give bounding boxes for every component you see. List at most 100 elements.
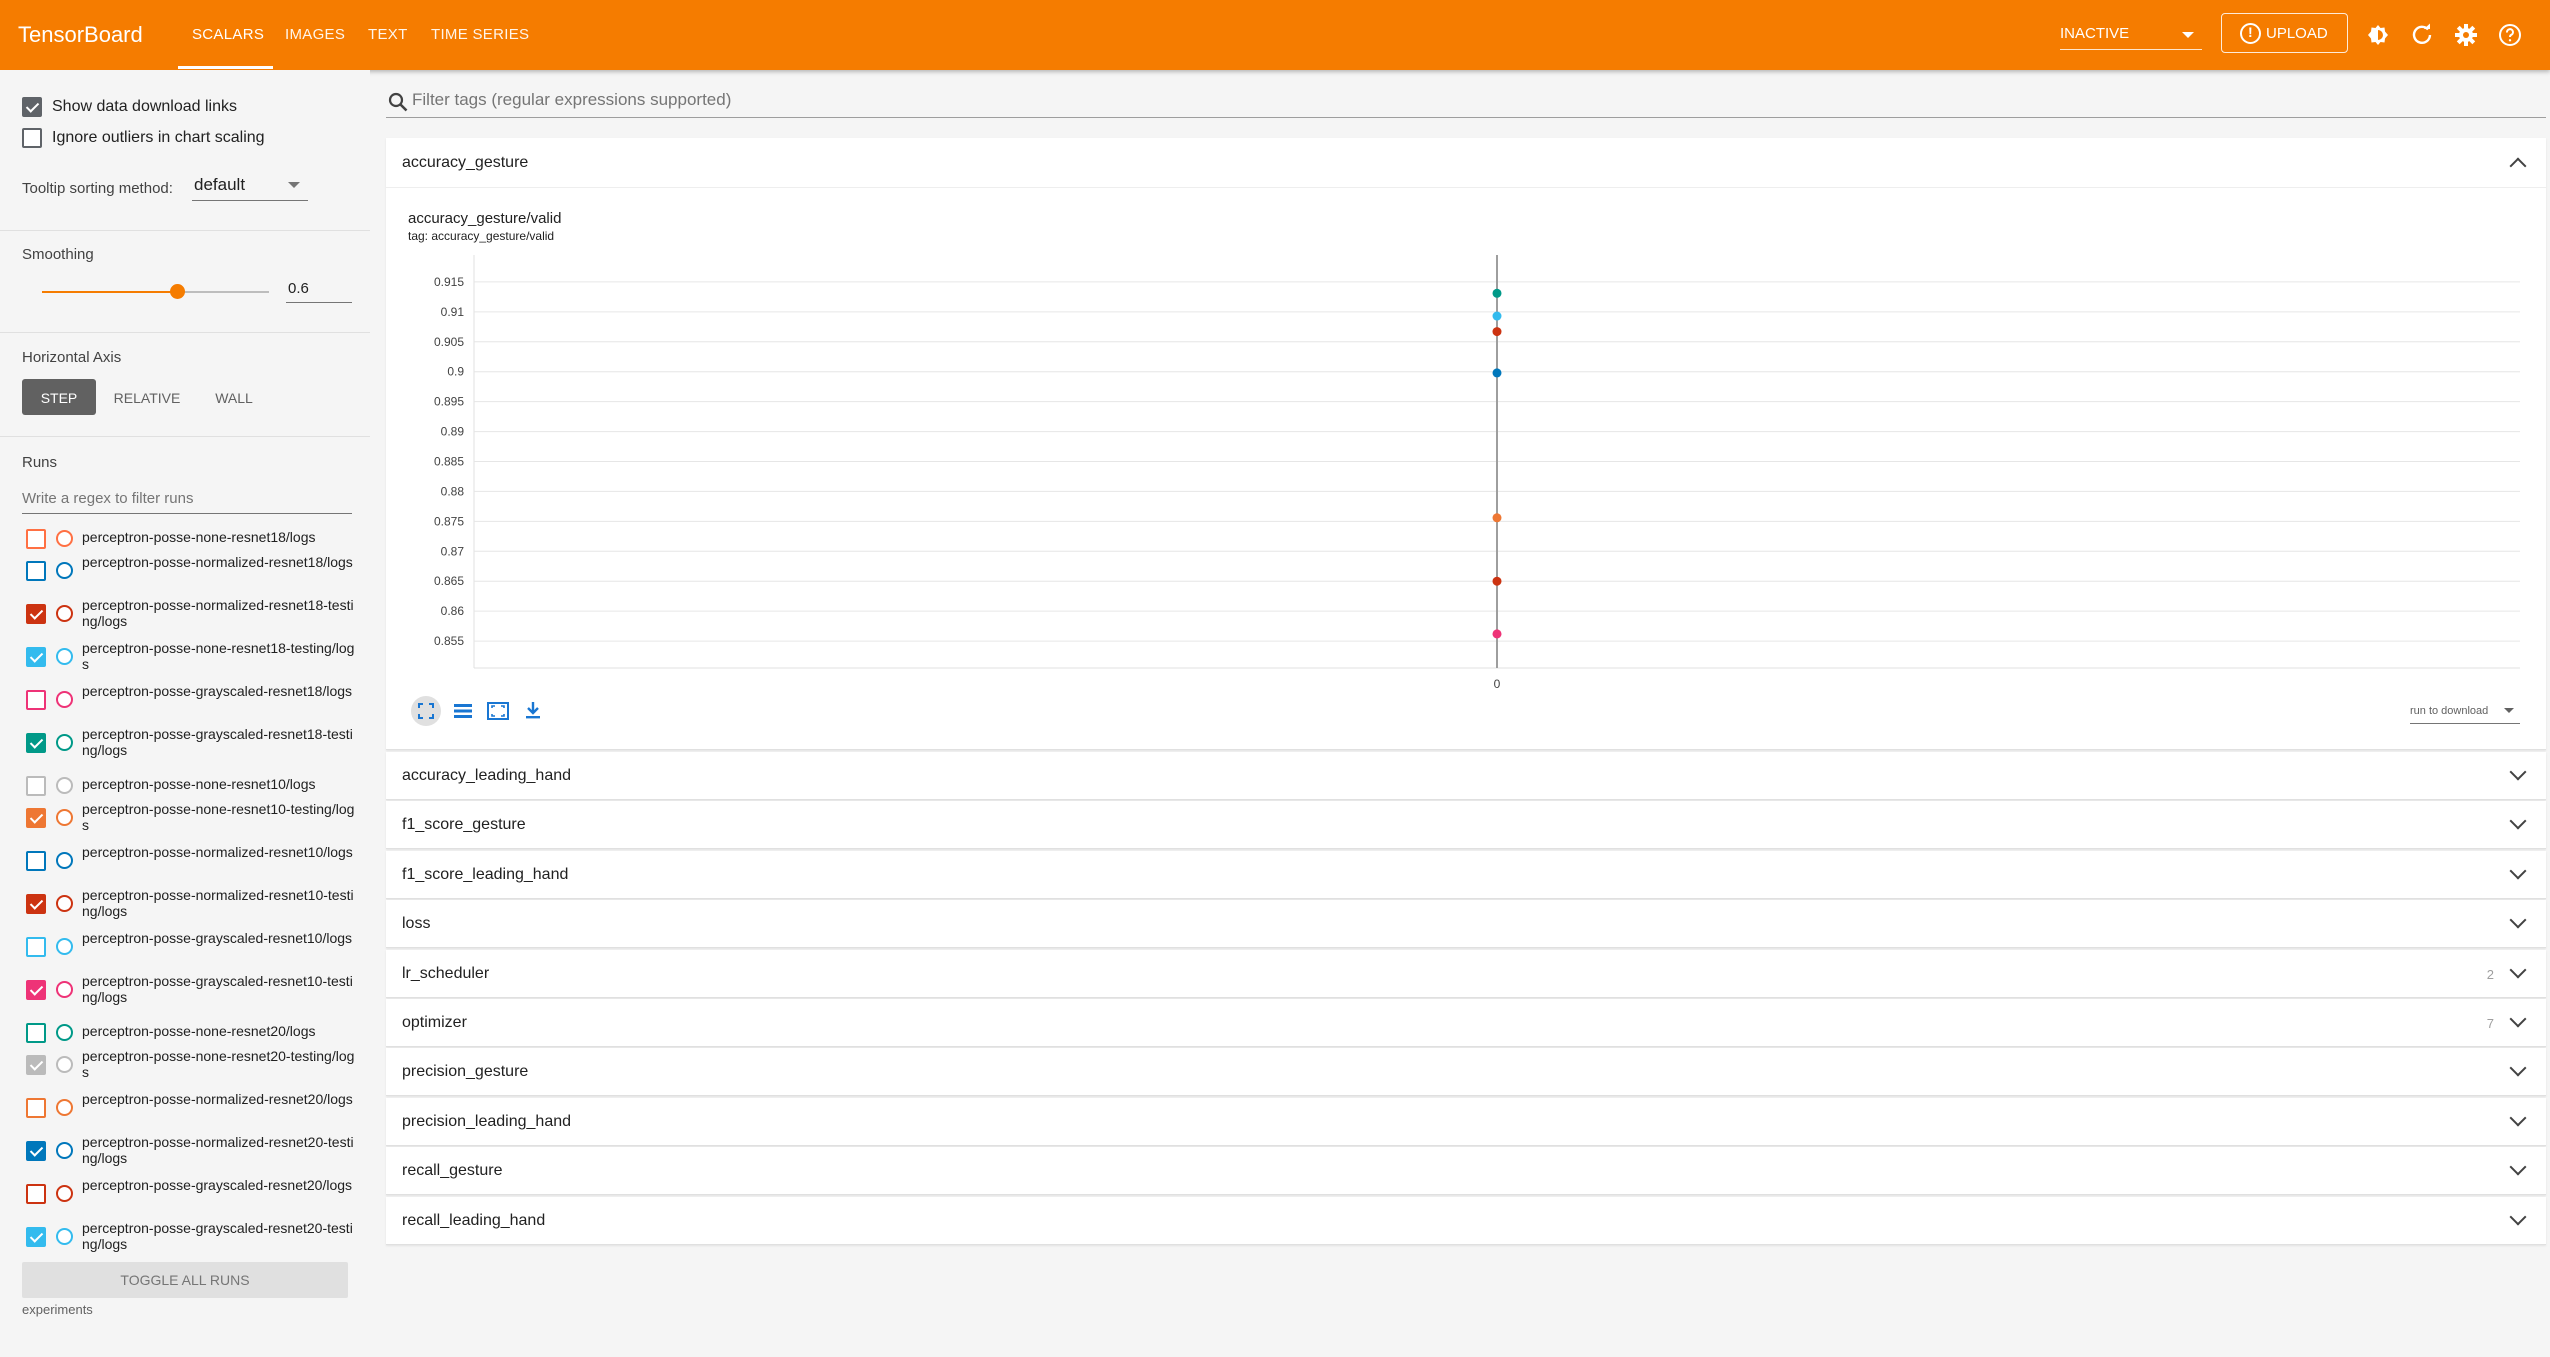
run-color-swatch[interactable] xyxy=(56,1185,73,1202)
run-checkbox[interactable] xyxy=(26,894,46,914)
run-color-swatch[interactable] xyxy=(56,1228,73,1245)
tab-images[interactable]: IMAGES xyxy=(285,26,345,43)
run-checkbox[interactable] xyxy=(26,561,46,581)
smoothing-input[interactable]: 0.6 xyxy=(286,276,352,303)
tag-filter[interactable] xyxy=(386,86,2546,118)
run-color-swatch[interactable] xyxy=(56,1056,73,1073)
run-color-swatch[interactable] xyxy=(56,1142,73,1159)
run-checkbox[interactable] xyxy=(26,851,46,871)
run-color-swatch[interactable] xyxy=(56,895,73,912)
run-checkbox[interactable] xyxy=(26,1227,46,1247)
tag-filter-input[interactable] xyxy=(412,90,1912,110)
run-checkbox[interactable] xyxy=(26,1141,46,1161)
run-checkbox[interactable] xyxy=(26,690,46,710)
run-checkbox[interactable] xyxy=(26,1184,46,1204)
section-card[interactable]: f1_score_gesture xyxy=(386,801,2546,850)
section-card[interactable]: recall_gesture xyxy=(386,1147,2546,1196)
status-select[interactable]: INACTIVE xyxy=(2060,18,2202,50)
chevron-down-icon[interactable] xyxy=(2509,763,2527,781)
chevron-down-icon[interactable] xyxy=(2509,911,2527,929)
chevron-down-icon[interactable] xyxy=(2509,1208,2527,1226)
run-item[interactable]: perceptron-posse-normalized-resnet20/log… xyxy=(26,1091,356,1131)
chevron-down-icon[interactable] xyxy=(2509,961,2527,979)
run-color-swatch[interactable] xyxy=(56,809,73,826)
run-color-swatch[interactable] xyxy=(56,1099,73,1116)
download-icon[interactable] xyxy=(518,696,548,726)
run-item[interactable]: perceptron-posse-normalized-resnet20-tes… xyxy=(26,1134,356,1174)
run-item[interactable]: perceptron-posse-grayscaled-resnet18-tes… xyxy=(26,726,356,766)
run-item[interactable]: perceptron-posse-normalized-resnet10-tes… xyxy=(26,887,356,927)
run-color-swatch[interactable] xyxy=(56,562,73,579)
run-color-swatch[interactable] xyxy=(56,605,73,622)
section-card[interactable]: loss xyxy=(386,900,2546,949)
run-item[interactable]: perceptron-posse-normalized-resnet18-tes… xyxy=(26,597,356,637)
section-card[interactable]: precision_gesture xyxy=(386,1048,2546,1097)
experiments-link[interactable]: experiments xyxy=(22,1302,93,1317)
tab-time-series[interactable]: TIME SERIES xyxy=(431,26,529,43)
chevron-up-icon[interactable] xyxy=(2509,157,2527,175)
fullscreen-icon[interactable] xyxy=(411,696,441,726)
chevron-down-icon[interactable] xyxy=(2509,1109,2527,1127)
chevron-down-icon[interactable] xyxy=(2509,862,2527,880)
toggle-all-runs-button[interactable]: TOGGLE ALL RUNS xyxy=(22,1262,348,1298)
run-color-swatch[interactable] xyxy=(56,852,73,869)
run-checkbox[interactable] xyxy=(26,604,46,624)
tab-scalars[interactable]: SCALARS xyxy=(192,26,264,43)
run-color-swatch[interactable] xyxy=(56,691,73,708)
run-item[interactable]: perceptron-posse-normalized-resnet18/log… xyxy=(26,554,356,594)
fit-domain-icon[interactable] xyxy=(483,696,513,726)
axis-wall-button[interactable]: WALL xyxy=(204,379,264,415)
run-checkbox[interactable] xyxy=(26,1023,46,1043)
run-item[interactable]: perceptron-posse-grayscaled-resnet10/log… xyxy=(26,930,356,970)
tooltip-sorting-select[interactable]: default xyxy=(192,170,308,201)
axis-step-button[interactable]: STEP xyxy=(22,379,96,415)
axis-relative-button[interactable]: RELATIVE xyxy=(106,379,188,415)
section-header[interactable]: accuracy_gesture xyxy=(386,138,2546,188)
section-card[interactable]: precision_leading_hand xyxy=(386,1097,2546,1146)
brightness-icon[interactable] xyxy=(2366,23,2390,47)
help-icon[interactable] xyxy=(2498,23,2522,47)
section-card[interactable]: recall_leading_hand xyxy=(386,1196,2546,1245)
run-checkbox[interactable] xyxy=(26,733,46,753)
run-item[interactable]: perceptron-posse-none-resnet20-testing/l… xyxy=(26,1048,356,1088)
runs-filter-input[interactable]: Write a regex to filter runs xyxy=(22,484,352,514)
run-item[interactable]: perceptron-posse-normalized-resnet10/log… xyxy=(26,844,356,884)
upload-button[interactable]: UPLOAD xyxy=(2221,13,2348,53)
run-checkbox[interactable] xyxy=(26,1055,46,1075)
chevron-down-icon[interactable] xyxy=(2509,812,2527,830)
settings-icon[interactable] xyxy=(2454,23,2478,47)
run-item[interactable]: perceptron-posse-grayscaled-resnet10-tes… xyxy=(26,973,356,1013)
run-checkbox[interactable] xyxy=(26,776,46,796)
run-item[interactable]: perceptron-posse-grayscaled-resnet20-tes… xyxy=(26,1220,356,1260)
run-item[interactable]: perceptron-posse-none-resnet18-testing/l… xyxy=(26,640,356,680)
run-color-swatch[interactable] xyxy=(56,777,73,794)
run-color-swatch[interactable] xyxy=(56,981,73,998)
toggle-log-scale-icon[interactable] xyxy=(448,696,478,726)
ignore-outliers-checkbox[interactable] xyxy=(22,128,42,148)
section-card[interactable]: optimizer 7 xyxy=(386,999,2546,1047)
run-item[interactable]: perceptron-posse-grayscaled-resnet18/log… xyxy=(26,683,356,723)
run-color-swatch[interactable] xyxy=(56,938,73,955)
run-color-swatch[interactable] xyxy=(56,648,73,665)
section-card[interactable]: lr_scheduler 2 xyxy=(386,949,2546,998)
section-card[interactable]: accuracy_leading_hand xyxy=(386,752,2546,800)
run-checkbox[interactable] xyxy=(26,980,46,1000)
smoothing-slider-thumb[interactable] xyxy=(170,284,185,299)
run-item[interactable]: perceptron-posse-grayscaled-resnet20/log… xyxy=(26,1177,356,1217)
run-checkbox[interactable] xyxy=(26,808,46,828)
refresh-icon[interactable] xyxy=(2410,23,2434,47)
run-item[interactable]: perceptron-posse-none-resnet10-testing/l… xyxy=(26,801,356,841)
run-color-swatch[interactable] xyxy=(56,734,73,751)
run-color-swatch[interactable] xyxy=(56,530,73,547)
run-checkbox[interactable] xyxy=(26,937,46,957)
run-to-download-select[interactable]: run to download xyxy=(2410,700,2520,724)
run-checkbox[interactable] xyxy=(26,1098,46,1118)
chevron-down-icon[interactable] xyxy=(2509,1010,2527,1028)
section-card[interactable]: f1_score_leading_hand xyxy=(386,850,2546,899)
chevron-down-icon[interactable] xyxy=(2509,1059,2527,1077)
tab-text[interactable]: TEXT xyxy=(368,26,408,43)
run-color-swatch[interactable] xyxy=(56,1024,73,1041)
run-checkbox[interactable] xyxy=(26,647,46,667)
chevron-down-icon[interactable] xyxy=(2509,1158,2527,1176)
show-download-links-checkbox[interactable] xyxy=(22,97,42,117)
